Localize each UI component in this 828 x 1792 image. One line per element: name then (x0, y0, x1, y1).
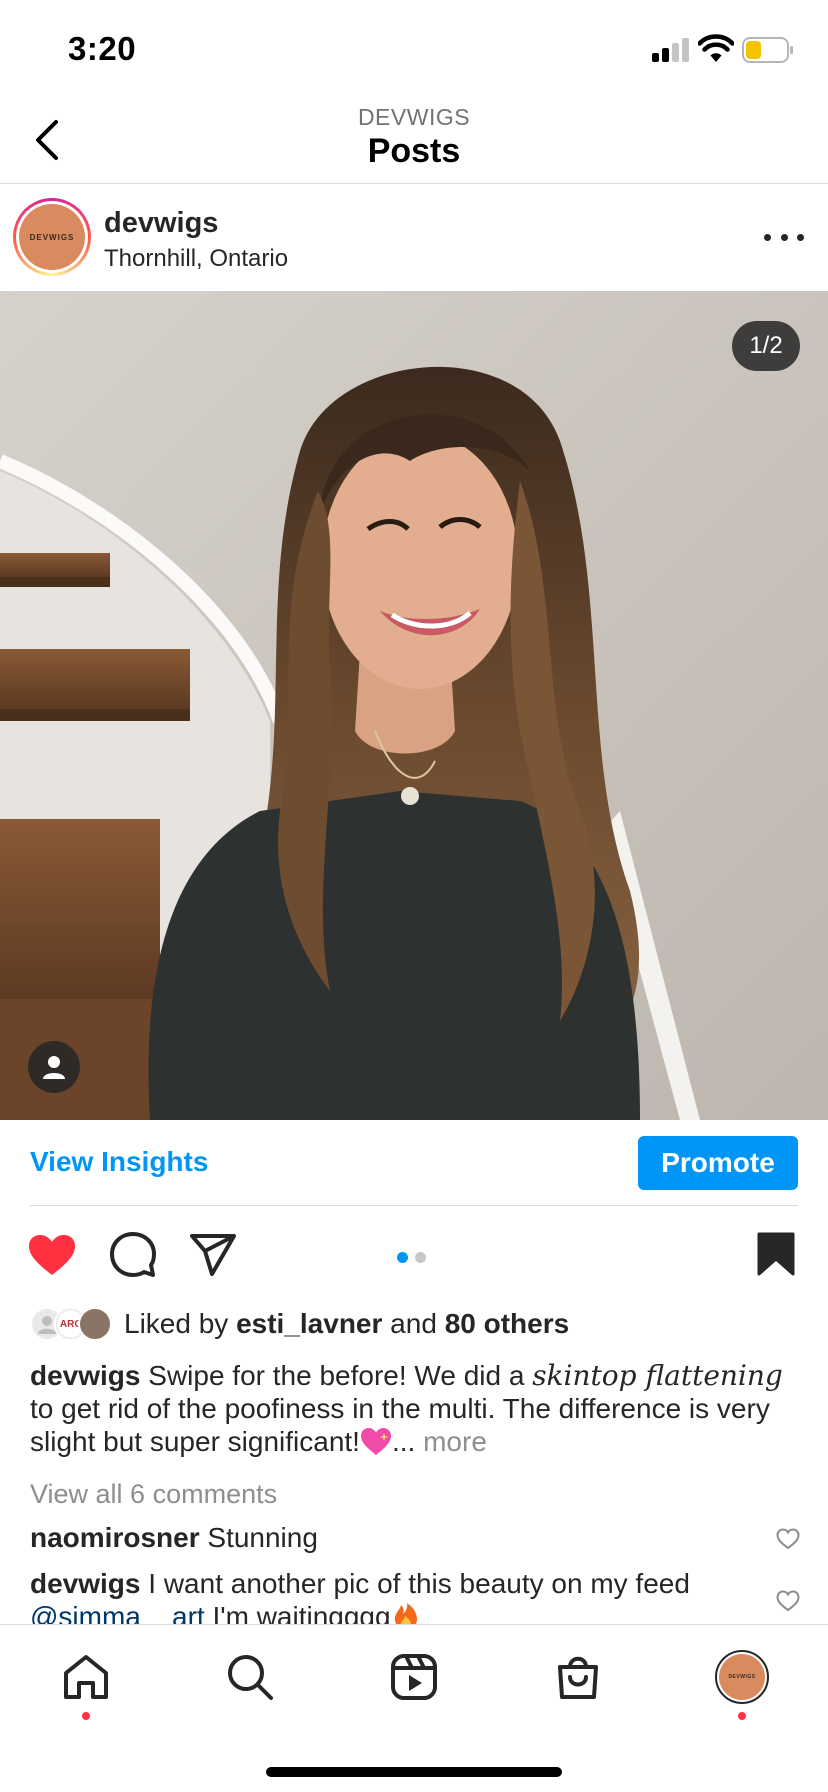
comment-item: naomirosner Stunning (30, 1521, 770, 1554)
caption-text: Swipe for the before! We did a (140, 1360, 533, 1391)
caption-ellipsis: ... (391, 1426, 424, 1457)
page-title: Posts (367, 132, 461, 170)
comment-icon[interactable] (110, 1232, 156, 1278)
shop-icon (558, 1656, 598, 1699)
user-tag-icon[interactable] (28, 1041, 80, 1093)
share-icon[interactable] (190, 1234, 236, 1276)
avatar-logo-text: DEVWIGS (29, 232, 75, 242)
signal-icon (652, 38, 690, 62)
carousel-dot-active (397, 1252, 408, 1263)
story-ring[interactable]: DEVWIGS (13, 198, 91, 276)
status-time: 3:20 (68, 30, 137, 67)
likes-text[interactable]: Liked by esti_lavner and 80 others (124, 1308, 569, 1340)
wifi-icon (698, 34, 734, 62)
comment-username[interactable]: devwigs (30, 1568, 140, 1599)
search-icon (228, 1655, 273, 1700)
post-header: DEVWIGS devwigs Thornhill, Ontario (0, 185, 828, 291)
comment-heart-icon[interactable] (776, 1528, 800, 1550)
likes-row[interactable]: ARG Liked by esti_lavner and 80 others (30, 1304, 810, 1344)
avatar: DEVWIGS (19, 204, 85, 270)
more-icon[interactable] (764, 223, 804, 251)
carousel-dot (415, 1252, 426, 1263)
page-subtitle: DEVWIGS (357, 104, 471, 130)
heart-icon[interactable] (28, 1234, 76, 1276)
liker-avatars: ARG (30, 1305, 118, 1343)
status-bar: 3:20 (0, 0, 828, 96)
bookmark-icon[interactable] (757, 1232, 795, 1276)
home-indicator (266, 1767, 562, 1777)
avatar (78, 1307, 112, 1341)
caption-more-link[interactable]: more (423, 1426, 487, 1457)
avatar-logo-text: DEVWIGS (719, 1654, 765, 1700)
insights-row: View Insights Promote (30, 1120, 798, 1206)
caption-styled-text: skintop flattening (532, 1359, 783, 1392)
post-photo[interactable]: 1/2 (0, 291, 828, 1120)
bottom-nav: DEVWIGS (0, 1624, 828, 1792)
sparkling-heart-icon (360, 1428, 391, 1455)
profile-notification-dot (738, 1712, 746, 1720)
post-caption: devwigs Swipe for the before! We did a s… (30, 1359, 802, 1458)
view-insights-link[interactable]: View Insights (30, 1146, 208, 1178)
post-actions (0, 1206, 828, 1302)
nav-profile[interactable]: DEVWIGS (712, 1647, 772, 1707)
caption-username[interactable]: devwigs (30, 1360, 140, 1391)
nav-shop[interactable] (548, 1647, 608, 1707)
reels-icon (391, 1654, 437, 1700)
nav-home[interactable] (56, 1647, 116, 1707)
comment-text: Stunning (199, 1522, 318, 1553)
page-header: DEVWIGS Posts (0, 96, 828, 184)
promote-button[interactable]: Promote (638, 1136, 798, 1190)
comment-username[interactable]: naomirosner (30, 1522, 200, 1553)
liker-username[interactable]: esti_lavner (236, 1308, 382, 1339)
post-image (0, 291, 828, 1120)
home-notification-dot (82, 1712, 90, 1720)
nav-search[interactable] (220, 1647, 280, 1707)
post-location[interactable]: Thornhill, Ontario (104, 245, 288, 273)
home-icon (64, 1655, 108, 1699)
nav-reels[interactable] (384, 1647, 444, 1707)
carousel-page-badge: 1/2 (732, 321, 800, 371)
comment-heart-icon[interactable] (776, 1590, 800, 1612)
likes-prefix: Liked by (124, 1308, 237, 1339)
avatar: DEVWIGS (715, 1650, 769, 1704)
view-all-comments-link[interactable]: View all 6 comments (30, 1479, 277, 1510)
comment-text: I want another pic of this beauty on my … (140, 1568, 690, 1599)
post-username[interactable]: devwigs (104, 207, 218, 240)
carousel-dots (397, 1252, 426, 1263)
battery-icon (742, 37, 793, 63)
likes-count[interactable]: 80 others (445, 1308, 570, 1339)
likes-joiner: and (382, 1308, 445, 1339)
